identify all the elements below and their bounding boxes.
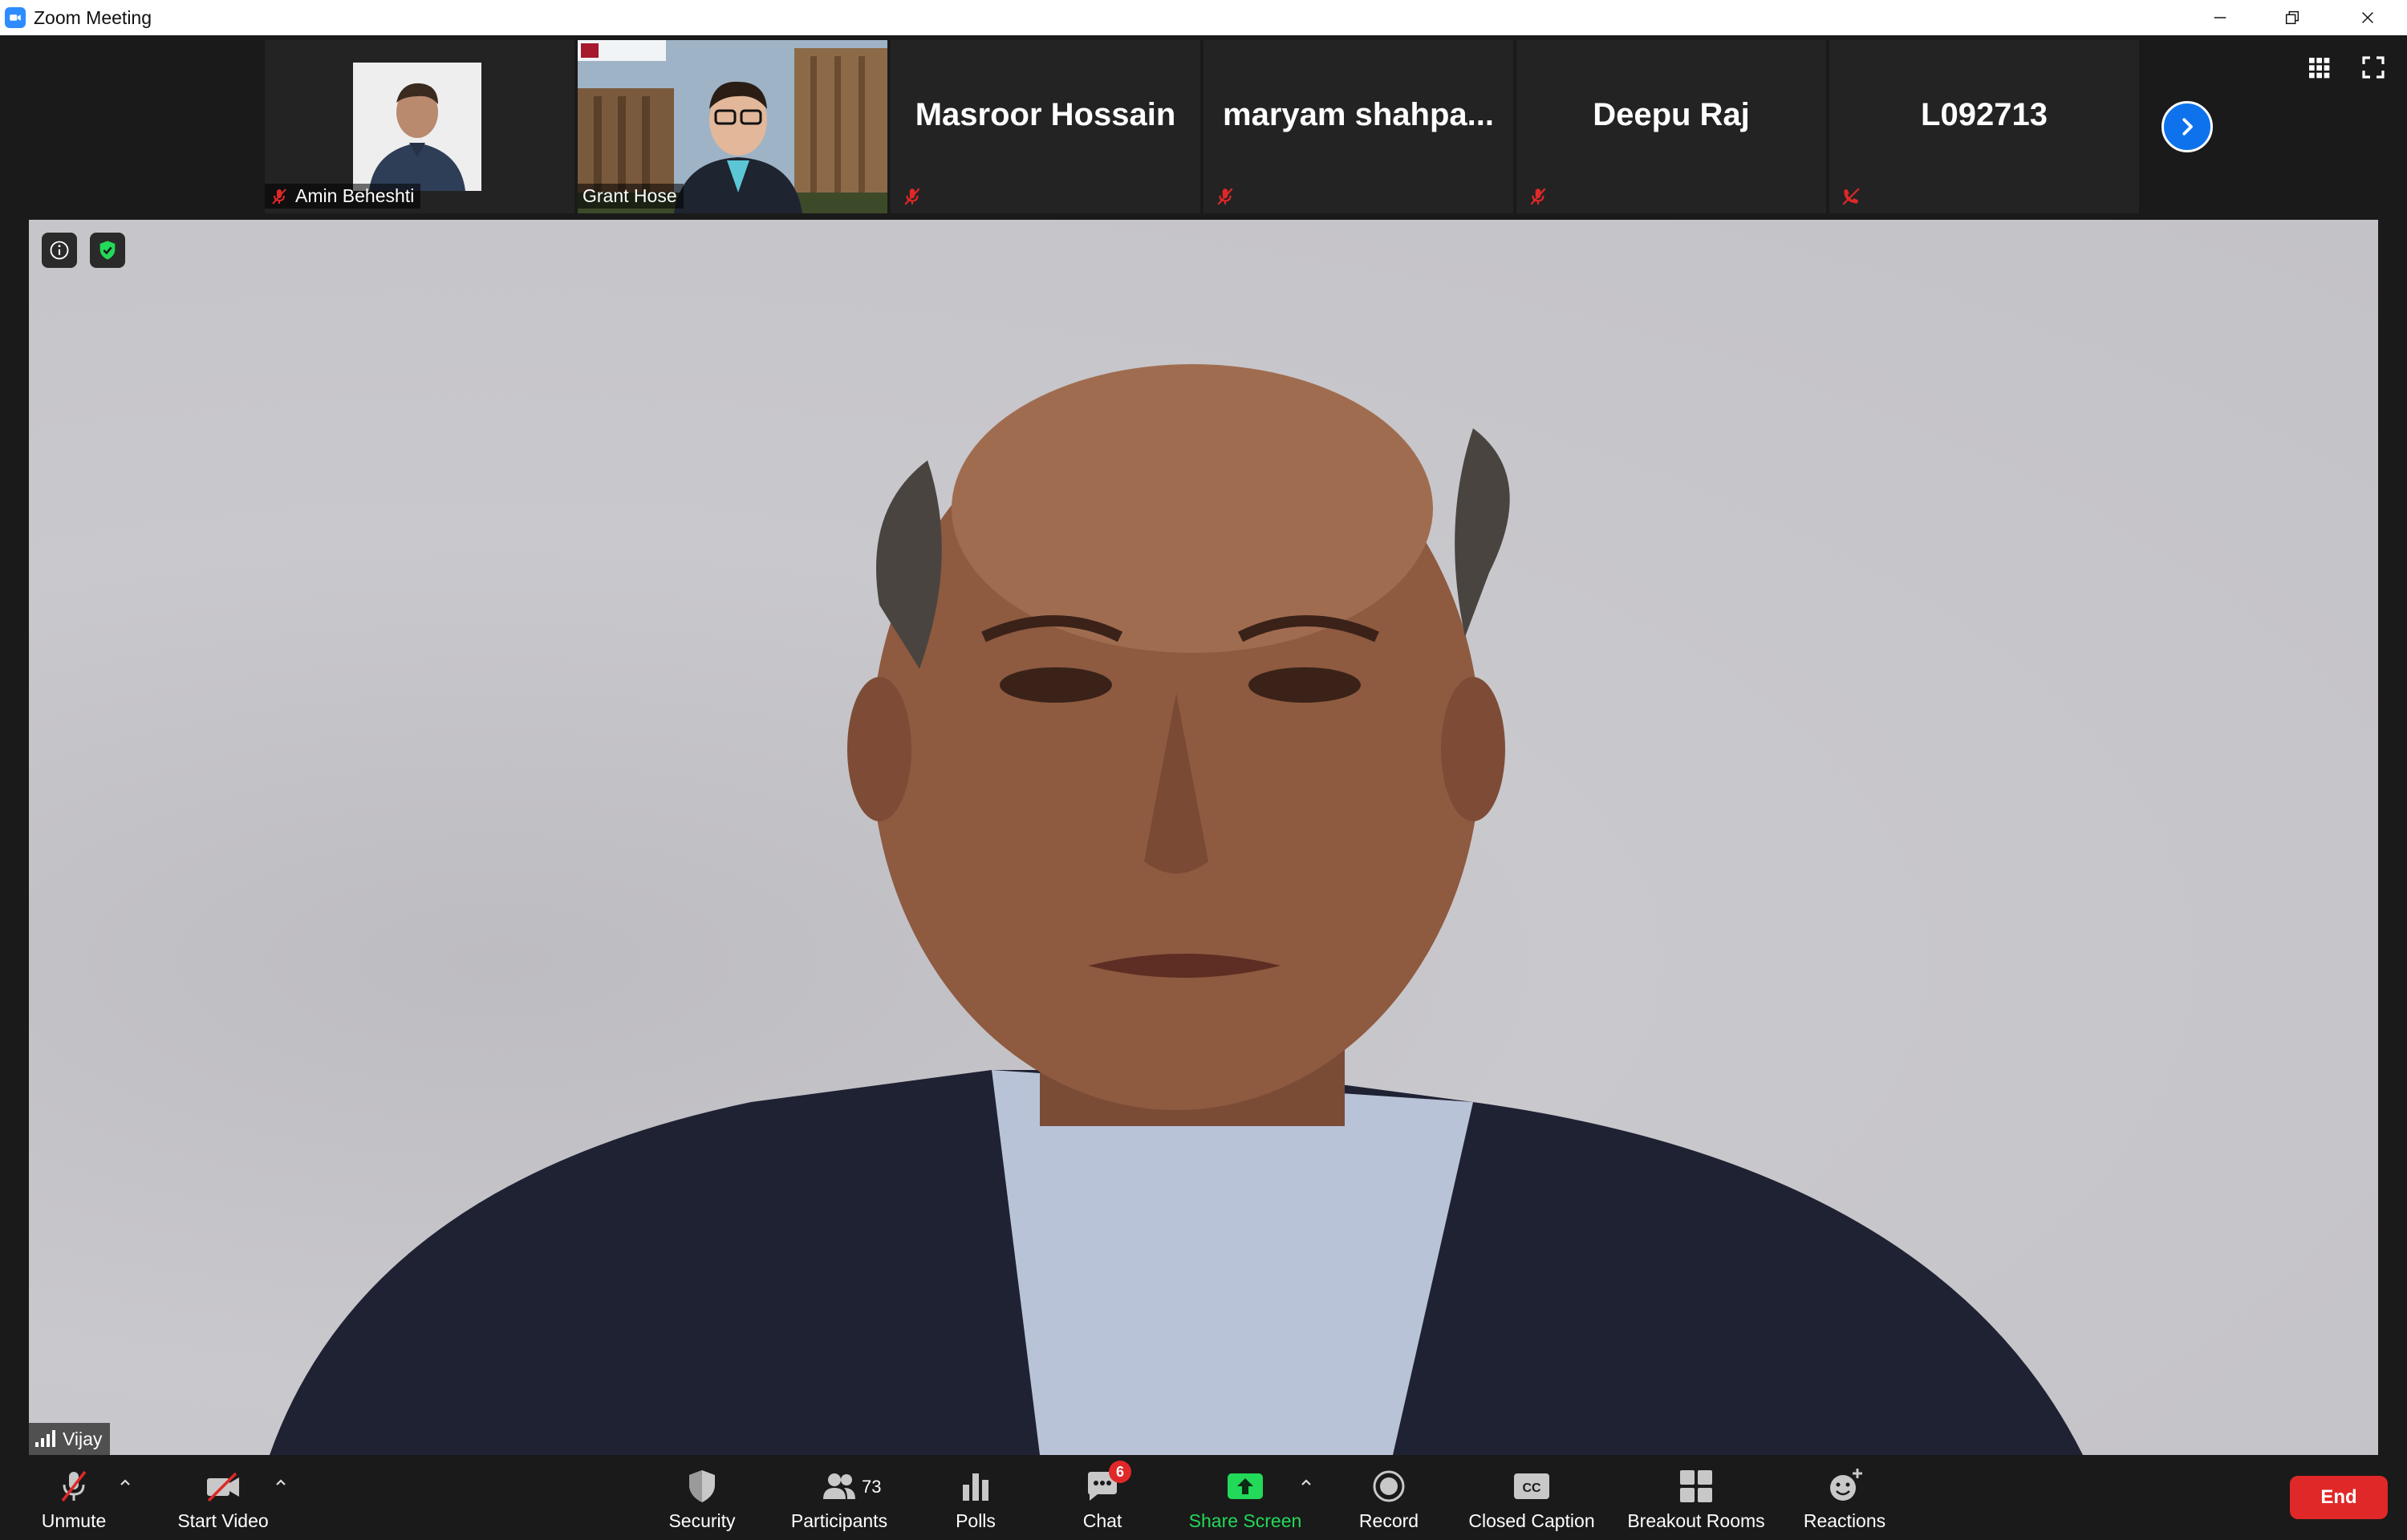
participant-tile[interactable]: L092713 bbox=[1829, 40, 2139, 213]
mic-muted-icon bbox=[1217, 188, 1233, 205]
polls-label: Polls bbox=[956, 1510, 996, 1531]
mic-muted-icon bbox=[272, 188, 286, 205]
title-bar: Zoom Meeting bbox=[0, 0, 2407, 35]
participant-name: L092713 bbox=[1921, 96, 2048, 132]
polls-button[interactable]: Polls bbox=[945, 1455, 1006, 1540]
participant-name: Grant Hose bbox=[582, 185, 677, 206]
close-button[interactable] bbox=[2332, 0, 2404, 35]
breakout-rooms-button[interactable]: Breakout Rooms bbox=[1621, 1455, 1772, 1540]
window-title: Zoom Meeting bbox=[34, 6, 152, 28]
mic-muted-icon bbox=[904, 188, 920, 205]
reactions-label: Reactions bbox=[1803, 1510, 1886, 1531]
participants-count: 73 bbox=[862, 1477, 882, 1497]
participant-tile[interactable]: maryam shahpa... bbox=[1204, 40, 1513, 213]
video-off-icon bbox=[204, 1467, 242, 1506]
security-button[interactable]: Security bbox=[658, 1455, 746, 1540]
participant-tile[interactable]: Grant Hose bbox=[578, 40, 887, 213]
participant-name: Amin Beheshti bbox=[295, 185, 415, 206]
chat-unread-badge: 6 bbox=[1109, 1461, 1131, 1483]
meeting-window: Amin Beheshti Grant Hose Masroor Hossain… bbox=[0, 35, 2407, 1540]
chat-bubble-icon: 6 bbox=[1083, 1461, 1131, 1506]
meeting-info-button[interactable] bbox=[42, 233, 77, 268]
breakout-rooms-icon bbox=[1677, 1467, 1715, 1506]
closed-caption-icon: CC bbox=[1512, 1467, 1551, 1506]
participant-name: Deepu Raj bbox=[1593, 96, 1750, 132]
info-icon bbox=[50, 241, 69, 260]
minimize-button[interactable] bbox=[2184, 0, 2256, 35]
mic-muted-icon bbox=[55, 1467, 93, 1506]
speaker-name-label: Vijay bbox=[29, 1423, 111, 1455]
chevron-up-icon bbox=[1301, 1479, 1311, 1485]
video-options-caret[interactable] bbox=[273, 1474, 289, 1490]
closed-caption-label: Closed Caption bbox=[1468, 1510, 1595, 1531]
breakout-rooms-label: Breakout Rooms bbox=[1627, 1510, 1765, 1531]
participant-tile[interactable]: Masroor Hossain bbox=[891, 40, 1200, 213]
speaker-name: Vijay bbox=[63, 1428, 103, 1449]
participant-name-label: Grant Hose bbox=[578, 184, 684, 209]
svg-text:CC: CC bbox=[1522, 1481, 1541, 1495]
chevron-right-icon bbox=[2182, 118, 2193, 136]
participant-photo bbox=[353, 63, 481, 191]
chevron-up-icon bbox=[120, 1479, 130, 1485]
share-screen-label: Share Screen bbox=[1188, 1510, 1302, 1531]
encryption-status-button[interactable] bbox=[90, 233, 125, 268]
active-speaker-video: Vijay bbox=[29, 220, 2378, 1455]
chat-label: Chat bbox=[1082, 1510, 1122, 1531]
share-options-caret[interactable] bbox=[1298, 1474, 1314, 1490]
participant-name-label: Amin Beheshti bbox=[265, 184, 421, 209]
closed-caption-button[interactable]: CC Closed Caption bbox=[1463, 1455, 1600, 1540]
participants-button[interactable]: 73 Participants bbox=[785, 1455, 894, 1540]
participant-name: Masroor Hossain bbox=[915, 96, 1176, 132]
participants-icon: 73 bbox=[820, 1467, 881, 1506]
participant-tile[interactable]: Amin Beheshti bbox=[265, 40, 574, 213]
chat-button[interactable]: 6 Chat bbox=[1072, 1455, 1133, 1540]
restore-button[interactable] bbox=[2256, 0, 2328, 35]
zoom-logo-icon bbox=[5, 7, 26, 28]
smiley-add-icon bbox=[1825, 1467, 1864, 1506]
shield-icon bbox=[683, 1467, 721, 1506]
participant-name: maryam shahpa... bbox=[1223, 96, 1494, 132]
unmute-label: Unmute bbox=[41, 1510, 107, 1531]
share-screen-icon bbox=[1226, 1467, 1264, 1506]
fullscreen-button[interactable] bbox=[2356, 50, 2391, 85]
fullscreen-icon bbox=[2362, 56, 2385, 79]
minimize-icon bbox=[2214, 17, 2226, 18]
record-icon bbox=[1370, 1467, 1408, 1506]
speaker-figure bbox=[270, 364, 2083, 1455]
close-icon bbox=[2362, 12, 2373, 23]
reactions-button[interactable]: Reactions bbox=[1797, 1455, 1892, 1540]
start-video-button[interactable]: Start Video bbox=[168, 1455, 278, 1540]
bar-chart-icon bbox=[956, 1467, 995, 1506]
record-button[interactable]: Record bbox=[1356, 1455, 1422, 1540]
share-screen-button[interactable]: Share Screen bbox=[1184, 1455, 1306, 1540]
start-video-label: Start Video bbox=[177, 1510, 269, 1531]
end-meeting-button[interactable]: End bbox=[2290, 1476, 2388, 1519]
record-label: Record bbox=[1358, 1510, 1419, 1531]
chevron-up-icon bbox=[276, 1479, 286, 1485]
participants-label: Participants bbox=[790, 1510, 888, 1531]
restore-icon bbox=[2285, 10, 2299, 25]
meeting-toolbar: Unmute Start Video Security 73 Participa… bbox=[0, 1455, 2407, 1540]
grid-icon bbox=[2309, 58, 2330, 79]
audio-options-caret[interactable] bbox=[117, 1474, 133, 1490]
participant-filmstrip: Amin Beheshti Grant Hose Masroor Hossain… bbox=[265, 40, 2142, 213]
gallery-view-button[interactable] bbox=[2301, 50, 2336, 85]
phone-muted-icon bbox=[1842, 188, 1860, 205]
mic-muted-icon bbox=[1530, 188, 1546, 205]
signal-bars-icon bbox=[35, 1430, 55, 1447]
filmstrip-next-button[interactable] bbox=[2161, 101, 2213, 152]
unmute-button[interactable]: Unmute bbox=[32, 1455, 116, 1540]
security-label: Security bbox=[668, 1510, 736, 1531]
participant-tile[interactable]: Deepu Raj bbox=[1516, 40, 1826, 213]
shield-check-icon bbox=[99, 241, 116, 260]
